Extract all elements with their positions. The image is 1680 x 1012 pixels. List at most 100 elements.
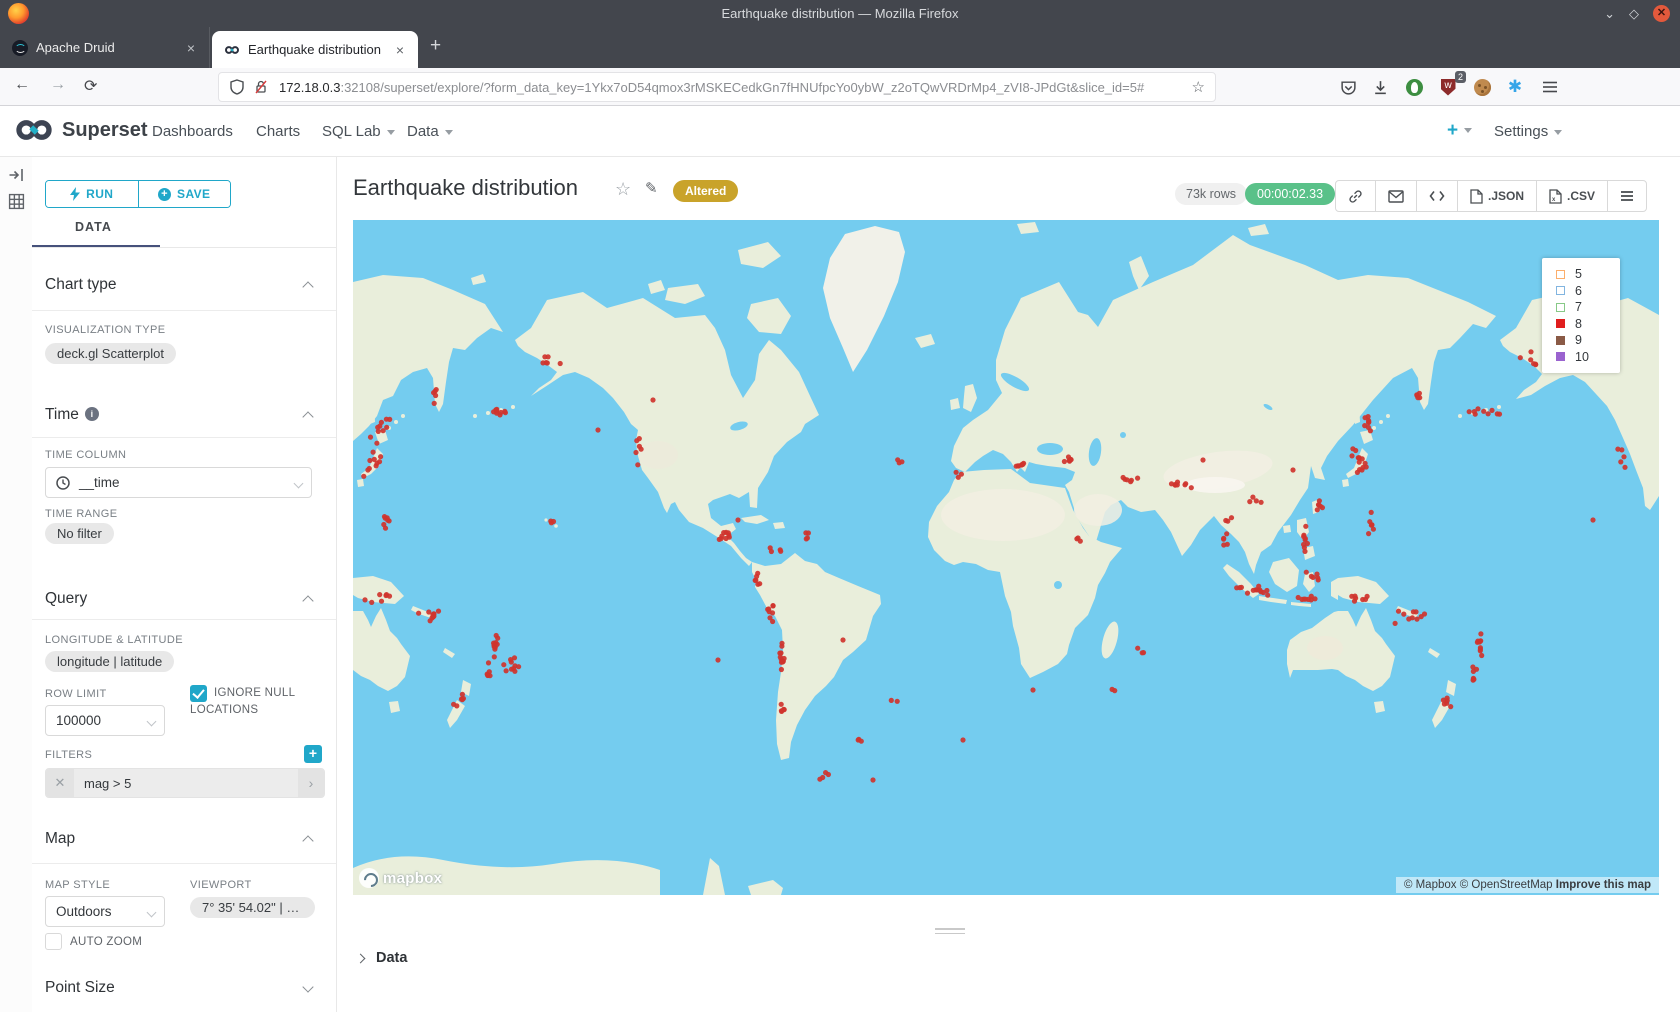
menu-hamburger-icon[interactable] bbox=[1538, 75, 1562, 99]
section-chart-type[interactable]: Chart type bbox=[45, 276, 117, 294]
chart-menu-button[interactable] bbox=[1608, 181, 1646, 211]
url-input[interactable]: 172.18.0.3:32108/superset/explore/?form_… bbox=[218, 72, 1216, 102]
legend-item[interactable]: 8 bbox=[1556, 316, 1620, 333]
forward-button[interactable]: → bbox=[50, 76, 66, 94]
firefox-window: Earthquake distribution — Mozilla Firefo… bbox=[0, 0, 1680, 1012]
email-button[interactable] bbox=[1376, 181, 1417, 211]
filter-chip[interactable]: ✕ mag > 5 › bbox=[45, 768, 325, 798]
map-attribution: © Mapbox © OpenStreetMap Improve this ma… bbox=[1396, 877, 1659, 893]
ublock-shield-icon[interactable]: 2 bbox=[1436, 75, 1460, 99]
expand-chevron-icon[interactable] bbox=[302, 981, 313, 992]
resize-gripper[interactable] bbox=[935, 928, 965, 937]
tab-close-icon[interactable]: × bbox=[181, 40, 201, 56]
bookmark-star-icon[interactable]: ☆ bbox=[1192, 78, 1205, 96]
row-limit-select[interactable]: 100000 bbox=[45, 705, 165, 736]
viewport-value[interactable]: 7° 35' 54.02" | 31... bbox=[190, 897, 315, 918]
map-style-select[interactable]: Outdoors bbox=[45, 896, 165, 927]
embed-code-button[interactable] bbox=[1417, 181, 1458, 211]
filters-label: FILTERS bbox=[45, 749, 92, 761]
tab-apache-druid[interactable]: Apache Druid × bbox=[0, 27, 210, 68]
section-time[interactable]: Timei bbox=[45, 406, 99, 424]
time-column-select[interactable]: __time bbox=[45, 467, 312, 498]
nav-charts[interactable]: Charts bbox=[256, 123, 300, 140]
nav-settings[interactable]: Settings bbox=[1494, 123, 1562, 140]
section-map[interactable]: Map bbox=[45, 830, 75, 848]
chevron-right-icon[interactable]: › bbox=[298, 769, 324, 797]
auto-zoom-checkbox[interactable] bbox=[45, 933, 62, 950]
section-point-size[interactable]: Point Size bbox=[45, 979, 115, 997]
tab-label: Apache Druid bbox=[36, 40, 181, 55]
visualization-type-value[interactable]: deck.gl Scatterplot bbox=[45, 343, 176, 364]
nav-sql-lab-label: SQL Lab bbox=[322, 123, 381, 140]
tab-data[interactable]: DATA bbox=[75, 220, 112, 234]
legend-item[interactable]: 5 bbox=[1556, 266, 1620, 283]
insecure-lock-icon[interactable] bbox=[253, 79, 269, 95]
nav-data[interactable]: Data bbox=[407, 123, 453, 140]
containers-icon[interactable]: ✱ bbox=[1503, 75, 1527, 99]
section-query[interactable]: Query bbox=[45, 590, 87, 608]
tracking-shield-icon[interactable] bbox=[229, 79, 245, 95]
collapse-chevron-icon[interactable] bbox=[302, 281, 313, 292]
edit-properties-icon[interactable]: ✎ bbox=[645, 179, 658, 197]
back-button[interactable]: ← bbox=[14, 76, 30, 94]
deckgl-scatterplot-map[interactable]: 5 678910 mapbox © Mapbox © OpenStreetMap … bbox=[353, 220, 1659, 895]
reload-button[interactable]: ⟳ bbox=[84, 76, 97, 96]
tab-label: Earthquake distribution bbox=[248, 42, 390, 57]
export-csv-button[interactable]: x .CSV bbox=[1537, 181, 1608, 211]
hamburger-icon bbox=[1620, 190, 1634, 202]
longitude-latitude-value[interactable]: longitude | latitude bbox=[45, 651, 174, 672]
code-icon bbox=[1429, 190, 1445, 202]
clock-icon bbox=[56, 476, 70, 490]
collapse-chevron-icon[interactable] bbox=[302, 595, 313, 606]
time-range-value[interactable]: No filter bbox=[45, 523, 114, 544]
copy-link-button[interactable] bbox=[1336, 181, 1376, 211]
data-panel-toggle[interactable]: Data bbox=[357, 950, 407, 966]
altered-badge[interactable]: Altered bbox=[673, 180, 738, 202]
mapbox-logo[interactable]: mapbox bbox=[359, 868, 442, 888]
new-tab-button[interactable]: + bbox=[430, 35, 441, 57]
nav-dashboards[interactable]: Dashboards bbox=[152, 123, 233, 140]
svg-text:x: x bbox=[1552, 197, 1556, 203]
dataset-grid-icon[interactable] bbox=[8, 193, 25, 210]
left-icon-rail bbox=[0, 157, 32, 1012]
attribution-text: © Mapbox © OpenStreetMap bbox=[1404, 879, 1553, 891]
chart-area: Earthquake distribution ☆ ✎ Altered 73k … bbox=[337, 157, 1680, 1012]
world-map bbox=[353, 220, 1659, 895]
nav-sql-lab[interactable]: SQL Lab bbox=[322, 123, 395, 140]
cookie-icon[interactable] bbox=[1470, 75, 1494, 99]
downloads-icon[interactable] bbox=[1368, 75, 1392, 99]
expand-dataset-panel-icon[interactable] bbox=[8, 167, 25, 183]
extension-badge: 2 bbox=[1455, 71, 1466, 83]
add-new-button[interactable]: + bbox=[1447, 120, 1472, 142]
tab-earthquake-distribution[interactable]: Earthquake distribution × bbox=[212, 31, 418, 68]
remove-filter-icon[interactable]: ✕ bbox=[46, 769, 74, 797]
collapse-chevron-icon[interactable] bbox=[302, 411, 313, 422]
improve-map-link[interactable]: Improve this map bbox=[1556, 879, 1651, 891]
legend-label: 5 bbox=[1575, 267, 1582, 281]
row-limit-label: ROW LIMIT bbox=[45, 688, 107, 700]
chevron-down-icon bbox=[1464, 128, 1472, 133]
minimize-icon[interactable]: ⌄ bbox=[1604, 7, 1615, 20]
legend-item[interactable]: 9 bbox=[1556, 332, 1620, 349]
legend-swatch bbox=[1556, 286, 1565, 295]
collapse-chevron-icon[interactable] bbox=[302, 835, 313, 846]
save-button[interactable]: + SAVE bbox=[139, 181, 231, 207]
privacy-badger-icon[interactable] bbox=[1402, 75, 1426, 99]
export-json-button[interactable]: .JSON bbox=[1458, 181, 1537, 211]
favorite-star-icon[interactable]: ☆ bbox=[615, 179, 631, 200]
pocket-icon[interactable] bbox=[1336, 75, 1360, 99]
control-panel: RUN + SAVE DATA Chart type VISUALIZATION… bbox=[32, 157, 337, 1012]
chevron-down-icon bbox=[147, 908, 157, 918]
superset-logo[interactable]: Superset bbox=[14, 118, 148, 142]
maximize-icon[interactable]: ◇ bbox=[1629, 7, 1639, 20]
legend-item[interactable]: 10 bbox=[1556, 349, 1620, 366]
browser-titlebar: Earthquake distribution — Mozilla Firefo… bbox=[0, 0, 1680, 27]
add-filter-button[interactable]: + bbox=[304, 745, 322, 763]
tab-close-icon[interactable]: × bbox=[390, 42, 410, 58]
legend-item[interactable]: 7 bbox=[1556, 299, 1620, 316]
run-button[interactable]: RUN bbox=[46, 181, 139, 207]
info-icon[interactable]: i bbox=[85, 407, 99, 421]
legend-item[interactable]: 6 bbox=[1556, 283, 1620, 300]
brand-name: Superset bbox=[62, 119, 148, 142]
close-icon[interactable]: ✕ bbox=[1653, 5, 1670, 22]
